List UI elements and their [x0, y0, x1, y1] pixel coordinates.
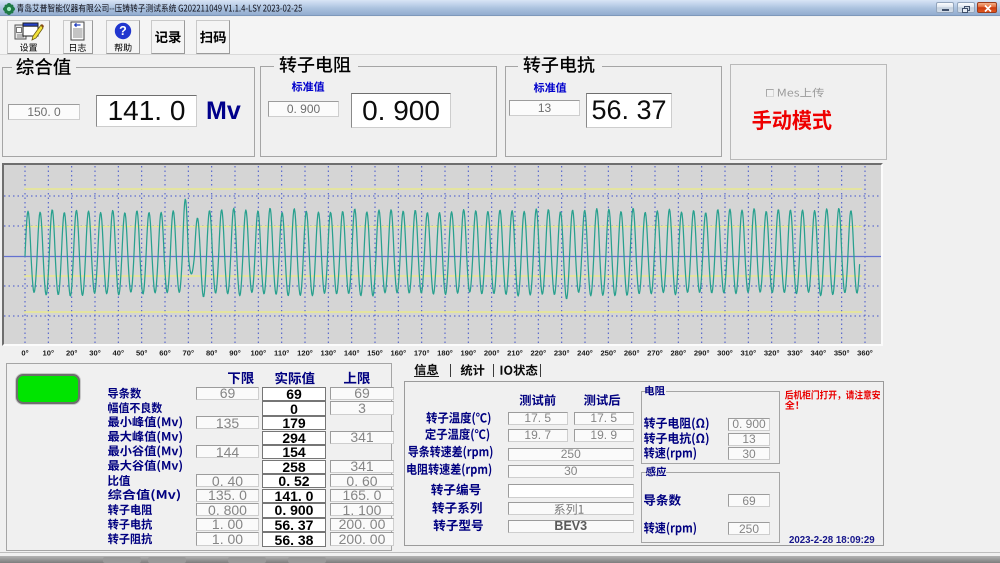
svg-text:80°: 80° — [206, 349, 217, 358]
svg-text:360°: 360° — [857, 349, 873, 358]
svg-text:10°: 10° — [43, 349, 54, 358]
svg-text:50°: 50° — [136, 349, 147, 358]
svg-text:310°: 310° — [740, 349, 756, 358]
svg-text:110°: 110° — [274, 349, 289, 358]
svg-text:130°: 130° — [320, 349, 336, 358]
svg-text:150°: 150° — [367, 349, 383, 358]
svg-text:60°: 60° — [159, 349, 170, 358]
svg-text:340°: 340° — [810, 349, 826, 358]
svg-text:190°: 190° — [460, 349, 476, 358]
svg-text:320°: 320° — [764, 349, 780, 358]
svg-text:0°: 0° — [21, 349, 28, 358]
svg-text:290°: 290° — [694, 349, 710, 358]
svg-text:120°: 120° — [297, 349, 313, 358]
svg-text:210°: 210° — [507, 349, 523, 358]
svg-text:170°: 170° — [414, 349, 430, 358]
svg-text:30°: 30° — [89, 349, 100, 358]
svg-text:300°: 300° — [717, 349, 733, 358]
svg-text:270°: 270° — [647, 349, 663, 358]
svg-text:200°: 200° — [484, 349, 500, 358]
svg-text:220°: 220° — [530, 349, 546, 358]
svg-text:40°: 40° — [113, 349, 124, 358]
svg-text:250°: 250° — [600, 349, 616, 358]
svg-text:180°: 180° — [437, 349, 453, 358]
svg-text:20°: 20° — [66, 349, 77, 358]
svg-text:330°: 330° — [787, 349, 803, 358]
svg-text:160°: 160° — [390, 349, 406, 358]
svg-text:260°: 260° — [624, 349, 640, 358]
svg-text:230°: 230° — [554, 349, 570, 358]
svg-text:350°: 350° — [834, 349, 850, 358]
svg-text:100°: 100° — [250, 349, 266, 358]
svg-text:280°: 280° — [670, 349, 686, 358]
svg-text:90°: 90° — [229, 349, 240, 358]
svg-text:70°: 70° — [183, 349, 194, 358]
svg-text:140°: 140° — [344, 349, 360, 358]
svg-text:240°: 240° — [577, 349, 593, 358]
